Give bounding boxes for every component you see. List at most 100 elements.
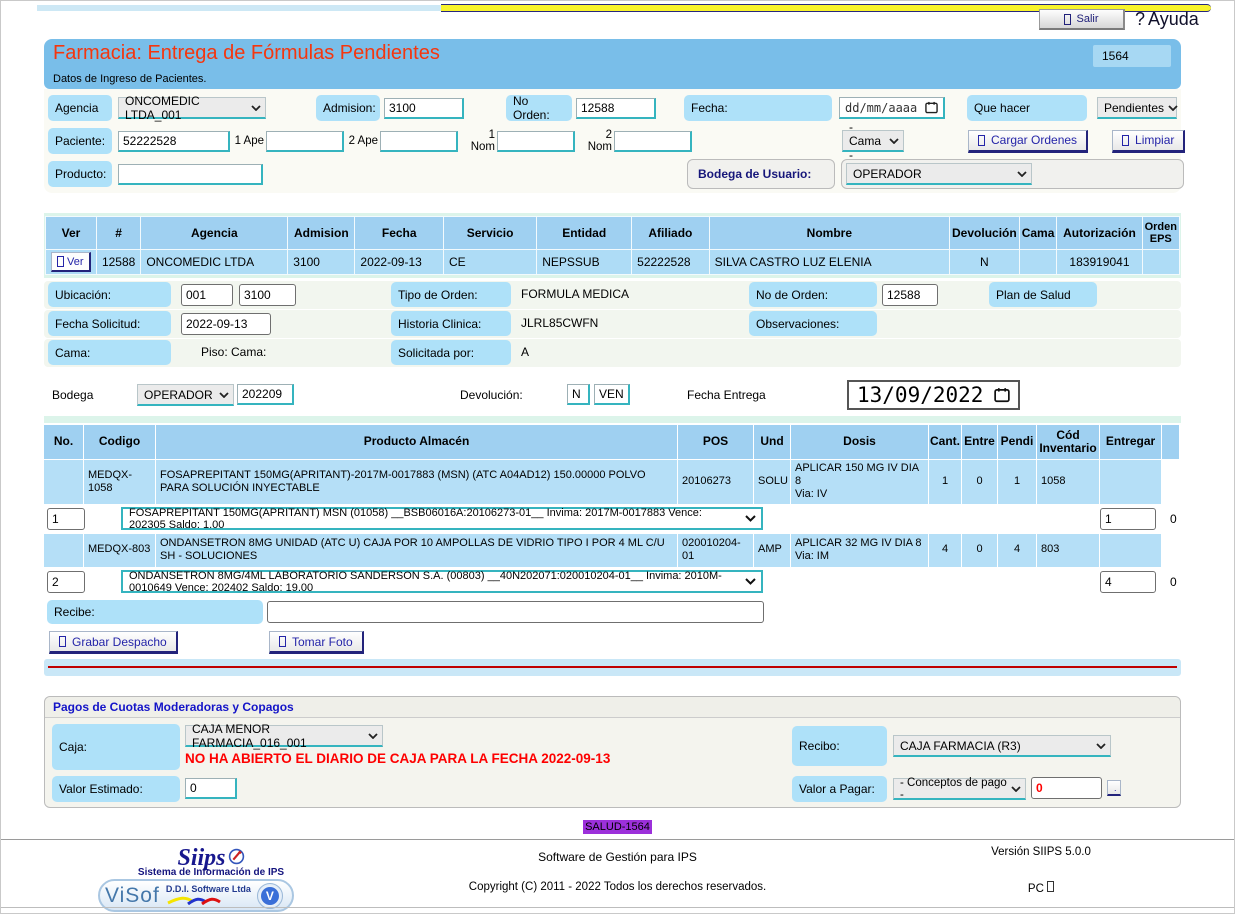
entregar-input[interactable] — [1100, 508, 1156, 530]
footer-pc: PC — [956, 881, 1126, 895]
fecha-entrega-label: Fecha Entrega — [687, 388, 766, 402]
tomar-foto-button[interactable]: Tomar Foto — [269, 631, 364, 654]
nom1-input[interactable] — [497, 131, 575, 152]
historia-clinica-label: Historia Clinica: — [391, 311, 511, 336]
fecha-date-input[interactable]: dd/mm/aaaa — [839, 97, 945, 119]
help-link[interactable]: ? Ayuda — [1135, 9, 1199, 30]
chevron-down-icon — [745, 578, 756, 585]
order-details: Ubicación: Tipo de Orden: FORMULA MEDICA… — [44, 281, 1181, 368]
valor-estimado-label: Valor Estimado: — [52, 776, 180, 802]
chevron-down-icon — [1017, 171, 1027, 177]
piso-cama-label: Piso: Cama: — [201, 345, 266, 359]
product-name: FOSAPREPITANT 150MG(APRITANT)-2017M-0017… — [156, 460, 678, 504]
salud-tag: SALUD-1564 — [583, 820, 652, 834]
paciente-label: Paciente: — [48, 128, 112, 154]
ubicacion-input-1[interactable] — [181, 284, 233, 306]
col-und: Und — [754, 425, 791, 459]
valor-pagar-input[interactable] — [1031, 777, 1102, 799]
caja-label: Caja: — [52, 724, 180, 770]
lot-row: FOSAPREPITANT 150MG(APRITANT) MSN (01058… — [44, 506, 1181, 532]
topbar: Salir ? Ayuda — [1039, 9, 1199, 30]
col-orden-eps: Orden EPS — [1143, 217, 1179, 249]
salir-button[interactable]: Salir — [1039, 9, 1125, 30]
periodo-input[interactable] — [237, 384, 294, 405]
product-cant: 4 — [929, 534, 962, 567]
limpiar-button[interactable]: Limpiar — [1112, 130, 1185, 153]
product-cod-inv: 1058 — [1037, 460, 1100, 504]
ver-button[interactable]: Ver — [51, 252, 91, 272]
footer-version: Versión SIIPS 5.0.0 — [956, 846, 1126, 858]
detail-row-2: Fecha Solicitud: Historia Clinica: JLRL8… — [44, 310, 1181, 338]
col-dosis: Dosis — [791, 425, 929, 459]
paciente-input[interactable] — [118, 131, 230, 152]
dispatch-bar: Bodega OPERADOR Devolución: Fecha Entreg… — [44, 375, 1181, 415]
fecha-solicitud-input[interactable] — [181, 313, 271, 335]
conceptos-select[interactable]: - Conceptos de pago - — [893, 778, 1026, 800]
button-glyph-icon — [279, 636, 286, 647]
col-entre: Entre — [962, 425, 998, 459]
cama-select[interactable]: - Cama - — [842, 130, 904, 152]
no-de-orden-input[interactable] — [882, 284, 938, 306]
grabar-despacho-button[interactable]: Grabar Despacho — [49, 631, 178, 654]
producto-input[interactable] — [118, 164, 263, 185]
section-divider — [44, 659, 1181, 676]
button-glyph-icon — [59, 636, 66, 647]
lot-select[interactable]: ONDANSETRON 8MG/4ML LABORATORIO SANDERSO… — [121, 570, 763, 593]
lot-saldo-right: 0 — [1170, 575, 1177, 589]
footer-divider — [1, 839, 1234, 840]
nom1-label: 1 Nom — [462, 129, 495, 153]
order-num: 12588 — [97, 250, 140, 274]
salir-label: Salir — [1076, 13, 1098, 25]
ape2-input[interactable] — [380, 131, 458, 152]
ape1-input[interactable] — [266, 131, 344, 152]
chevron-down-icon — [745, 515, 756, 522]
devolucion-input[interactable] — [567, 384, 590, 405]
lot-no-input[interactable] — [47, 508, 85, 530]
admision-input[interactable] — [384, 98, 464, 119]
recibe-input[interactable] — [267, 601, 764, 623]
help-label: Ayuda — [1148, 9, 1199, 30]
product-dosis: APLICAR 150 MG IV DIA 8Via: IV — [791, 460, 929, 504]
conceptos-detail-button[interactable]: . — [1107, 780, 1121, 796]
product-row: MEDQX-1058 FOSAPREPITANT 150MG(APRITANT)… — [44, 460, 1181, 504]
recibo-select[interactable]: CAJA FARMACIA (R3) — [893, 735, 1111, 757]
cama-label: Cama: — [48, 340, 171, 365]
ape2-label: 2 Ape — [348, 135, 378, 147]
lot-select[interactable]: FOSAPREPITANT 150MG(APRITANT) MSN (01058… — [121, 507, 763, 530]
orders-table: Ver # Agencia Admision Fecha Servicio En… — [45, 216, 1180, 275]
product-cant: 1 — [929, 460, 962, 504]
detail-row-1: Ubicación: Tipo de Orden: FORMULA MEDICA… — [44, 281, 1181, 309]
col-servicio: Servicio — [444, 217, 536, 249]
ubicacion-label: Ubicación: — [48, 282, 171, 307]
no-orden-input[interactable] — [576, 98, 656, 119]
ubicacion-input-2[interactable] — [239, 284, 296, 306]
cargar-ordenes-button[interactable]: Cargar Ordenes — [968, 130, 1088, 153]
product-dosis: APLICAR 32 MG IV DIA 8Via: IM — [791, 534, 929, 567]
bodega-usuario-select[interactable]: OPERADOR — [846, 163, 1032, 185]
valor-pagar-label: Valor a Pagar: — [792, 776, 887, 802]
tipo-orden-label: Tipo de Orden: — [391, 282, 511, 307]
col-pendi: Pendi — [998, 425, 1037, 459]
product-pos: 020010204-01 — [678, 534, 754, 567]
solicitada-por-label: Solicitada por: — [391, 340, 511, 365]
bodega-label: Bodega — [52, 388, 93, 402]
bodega-select[interactable]: OPERADOR — [137, 384, 234, 406]
lot-no-input[interactable] — [47, 571, 85, 593]
nom2-input[interactable] — [614, 131, 692, 152]
valor-estimado-input[interactable] — [185, 778, 237, 799]
devolucion-label: Devolución: — [460, 388, 523, 402]
que-hacer-select[interactable]: Pendientes — [1097, 97, 1177, 119]
caja-select[interactable]: CAJA MENOR FARMACIA_016_001 — [185, 725, 383, 747]
fecha-solicitud-label: Fecha Solicitud: — [48, 311, 171, 336]
col-fecha: Fecha — [355, 217, 443, 249]
entregar-input[interactable] — [1100, 571, 1156, 593]
col-devolucion: Devolución — [950, 217, 1019, 249]
header-band: Farmacia: Entrega de Fórmulas Pendientes… — [44, 39, 1181, 89]
devolucion-tipo-input[interactable] — [594, 384, 630, 405]
order-servicio: CE — [444, 250, 536, 274]
product-name: ONDANSETRON 8MG UNIDAD (ATC U) CAJA POR … — [156, 534, 678, 567]
chevron-down-icon — [1168, 105, 1178, 111]
product-entre: 0 — [962, 534, 998, 567]
fecha-entrega-date-input[interactable]: 13/09/2022 — [847, 380, 1020, 410]
agencia-select[interactable]: ONCOMEDIC LTDA_001 — [118, 97, 266, 119]
